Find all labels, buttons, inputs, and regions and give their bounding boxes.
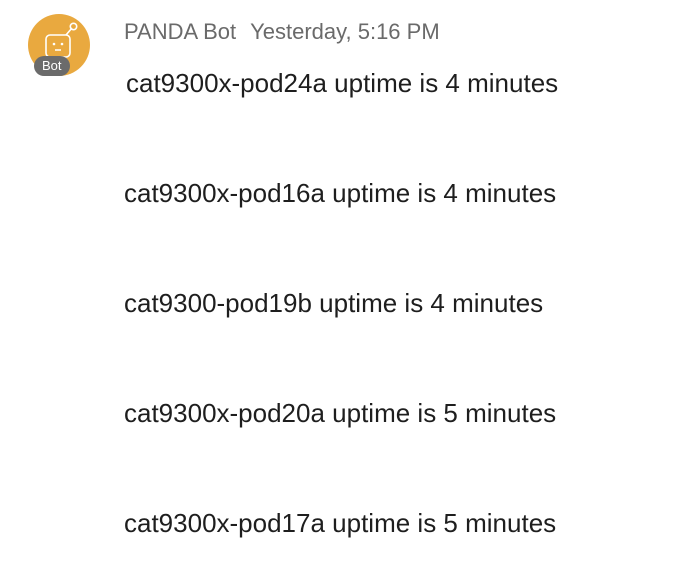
post-header: PANDA Bot Yesterday, 5:16 PM (124, 18, 440, 46)
timestamp[interactable]: Yesterday, 5:16 PM (250, 19, 440, 44)
message-line: cat9300x-pod16a uptime is 4 minutes (124, 178, 557, 208)
avatar[interactable]: Bot (28, 14, 92, 78)
message-line: cat9300-pod19b uptime is 4 minutes (124, 288, 544, 318)
sender-name[interactable]: PANDA Bot (124, 19, 236, 44)
message-line: cat9300x-pod20a uptime is 5 minutes (124, 398, 557, 428)
message-line: cat9300x-pod17a uptime is 5 minutes (124, 508, 557, 538)
bot-badge: Bot (34, 56, 70, 76)
message-line: cat9300x-pod24a uptime is 4 minutes (126, 68, 559, 98)
